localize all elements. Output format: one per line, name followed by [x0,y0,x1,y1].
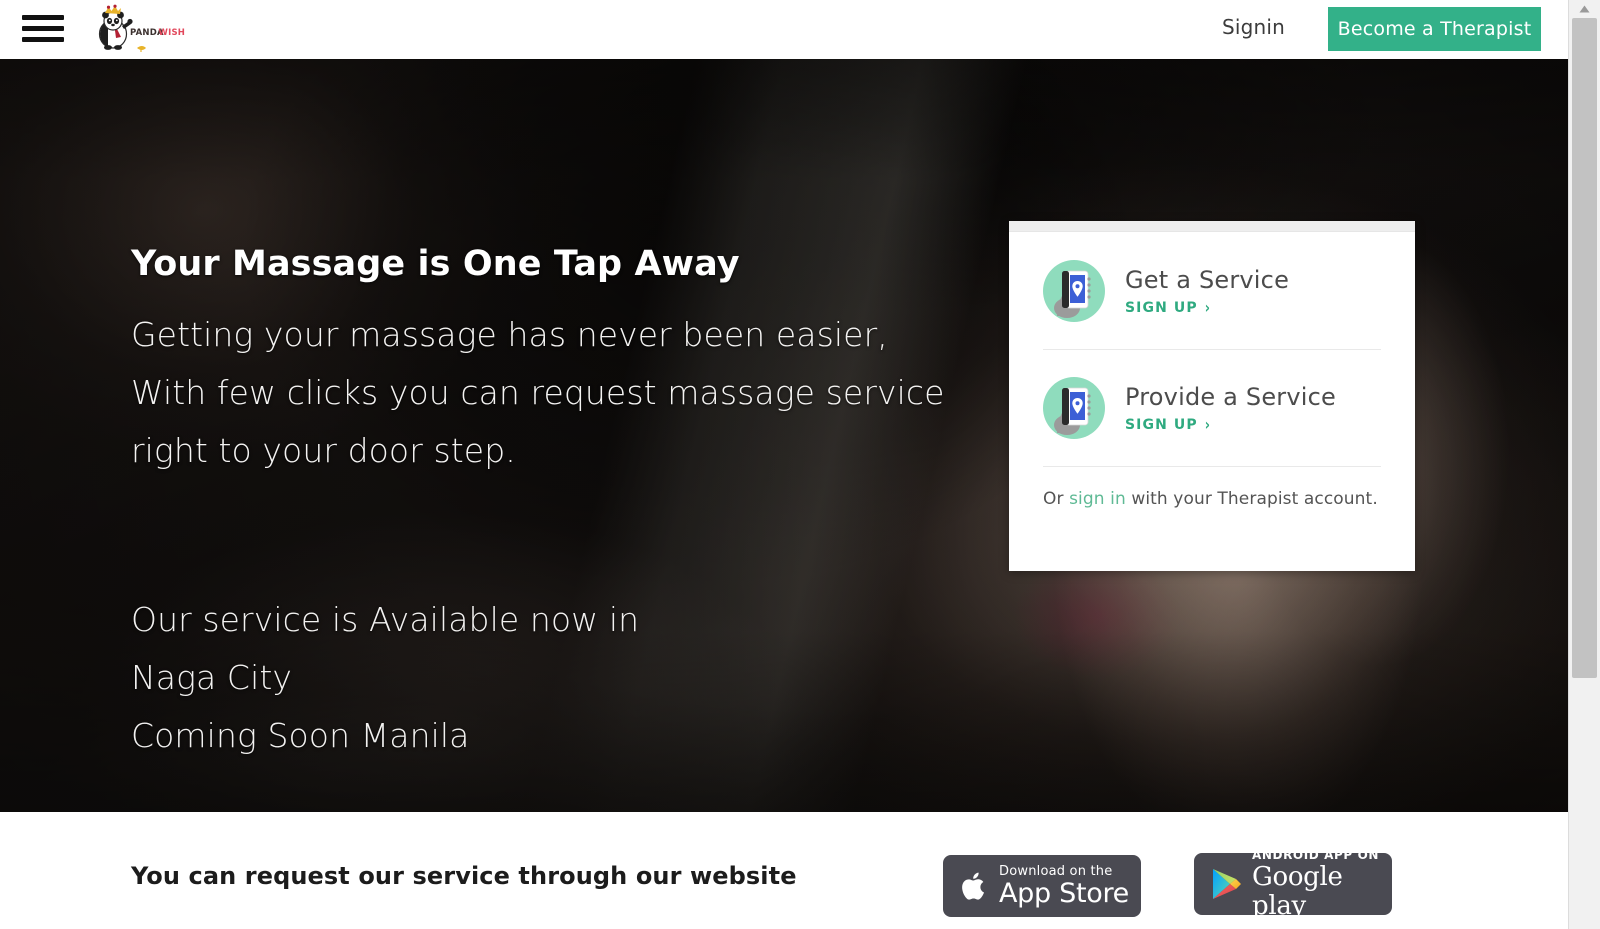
get-a-service-signup-label: SIGN UP [1125,299,1198,316]
hero-section: Your Massage is One Tap Away Getting you… [0,59,1568,812]
get-a-service-text: Get a Service SIGN UP › [1125,266,1381,316]
app-store-small-label: Download on the [999,864,1113,879]
therapist-signin-prefix: Or [1043,489,1070,509]
provide-a-service-signup-label: SIGN UP [1125,417,1198,433]
provide-a-service-signup-link[interactable]: SIGN UP › [1125,415,1211,434]
provide-a-service-text: Provide a Service SIGN UP › [1125,383,1381,433]
card-top-strip [1009,221,1415,232]
google-play-labels: ANDROID APP ON Google play [1252,853,1392,915]
bottom-tagline: You can request our service through our … [131,862,797,890]
signin-link[interactable]: Signin [1222,15,1285,39]
apple-logo-icon [959,868,989,904]
hero-copy: Your Massage is One Tap Away Getting you… [131,244,1031,480]
hamburger-bar-2 [22,26,64,31]
app-store-big-label: App Store [999,878,1129,909]
svg-text:WISH: WISH [159,28,186,38]
page-scrollbar[interactable] [1568,0,1600,929]
hand-holding-phone-pin-icon [1043,259,1105,322]
page-root: PANDA WISH Signin Become a Therapist You… [0,0,1600,929]
availability-line-1: Our service is Available now in [131,600,640,639]
hamburger-menu-icon[interactable] [22,12,64,45]
browser-viewport: PANDA WISH Signin Become a Therapist You… [0,0,1568,929]
scrollbar-thumb[interactable] [1572,18,1597,678]
availability-line-3: Coming Soon Manila [131,716,470,755]
hamburger-bar-3 [22,37,64,42]
chevron-right-icon: › [1204,415,1211,434]
card-body: Get a Service SIGN UP › Provide a Servic… [1009,232,1415,509]
hand-holding-phone-pin-icon [1043,377,1105,439]
signup-card: Get a Service SIGN UP › Provide a Servic… [1009,221,1415,571]
google-play-big-label: Google play [1252,861,1343,915]
get-a-service-signup-link[interactable]: SIGN UP › [1125,297,1211,317]
get-a-service-title: Get a Service [1125,265,1290,294]
provide-a-service-title: Provide a Service [1125,383,1337,411]
hero-availability: Our service is Available now in Naga Cit… [131,591,639,765]
provide-a-service-option[interactable]: Provide a Service SIGN UP › [1043,349,1381,466]
availability-line-2: Naga City [131,658,293,697]
scroll-up-arrow-icon[interactable] [1569,0,1600,18]
become-a-therapist-button[interactable]: Become a Therapist [1328,7,1541,51]
google-play-badge[interactable]: ANDROID APP ON Google play [1194,853,1392,915]
google-play-triangle-icon [1210,866,1242,902]
hero-subtitle-line-3: right to your door step. [131,431,516,470]
hero-title: Your Massage is One Tap Away [131,244,740,284]
get-a-service-option[interactable]: Get a Service SIGN UP › [1043,232,1381,349]
therapist-signin-suffix: with your Therapist account. [1125,489,1378,509]
therapist-signin-link[interactable]: sign in [1069,489,1126,509]
site-header: PANDA WISH Signin Become a Therapist [0,0,1568,59]
hamburger-bar-1 [22,15,64,20]
hero-subtitle-line-1: Getting your massage has never been easi… [131,315,888,354]
pandawish-logo[interactable]: PANDA WISH [92,4,202,56]
therapist-signin-text: Or sign in with your Therapist account. [1043,467,1381,509]
app-store-badge[interactable]: Download on the App Store [943,855,1141,917]
chevron-right-icon: › [1204,297,1211,317]
app-store-labels: Download on the App Store [999,864,1129,908]
hero-subtitle-line-2: With few clicks you can request massage … [131,373,945,412]
